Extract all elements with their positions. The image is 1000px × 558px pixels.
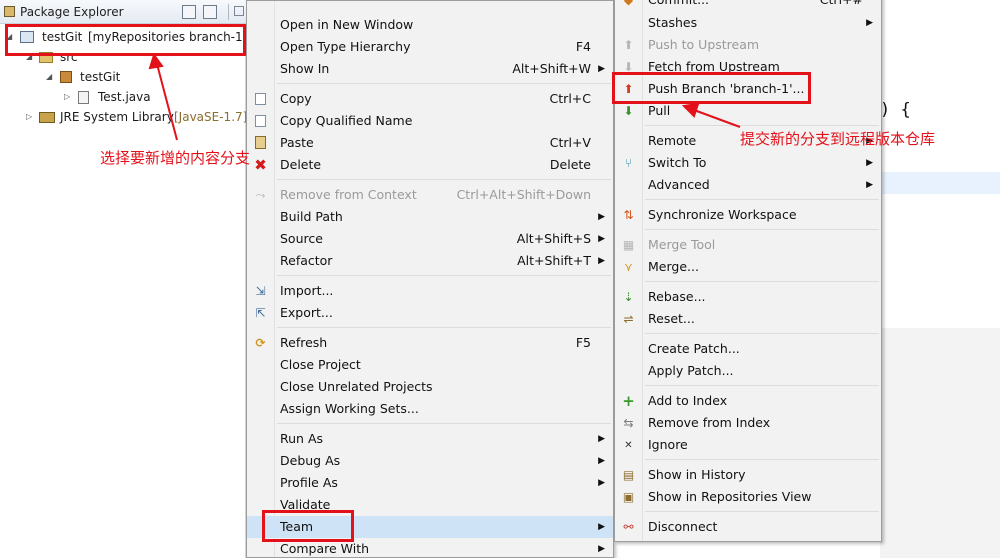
arrow-to-push-branch	[693, 109, 741, 128]
annotation-select-branch: 选择要新增的内容分支	[100, 149, 251, 167]
arrow-head-project	[148, 52, 164, 70]
arrow-head-push-branch	[681, 102, 700, 118]
arrow-to-project	[156, 63, 178, 141]
annotation-push-branch: 提交新的分支到远程版本仓库	[740, 130, 936, 148]
annotation-arrows	[148, 52, 741, 141]
